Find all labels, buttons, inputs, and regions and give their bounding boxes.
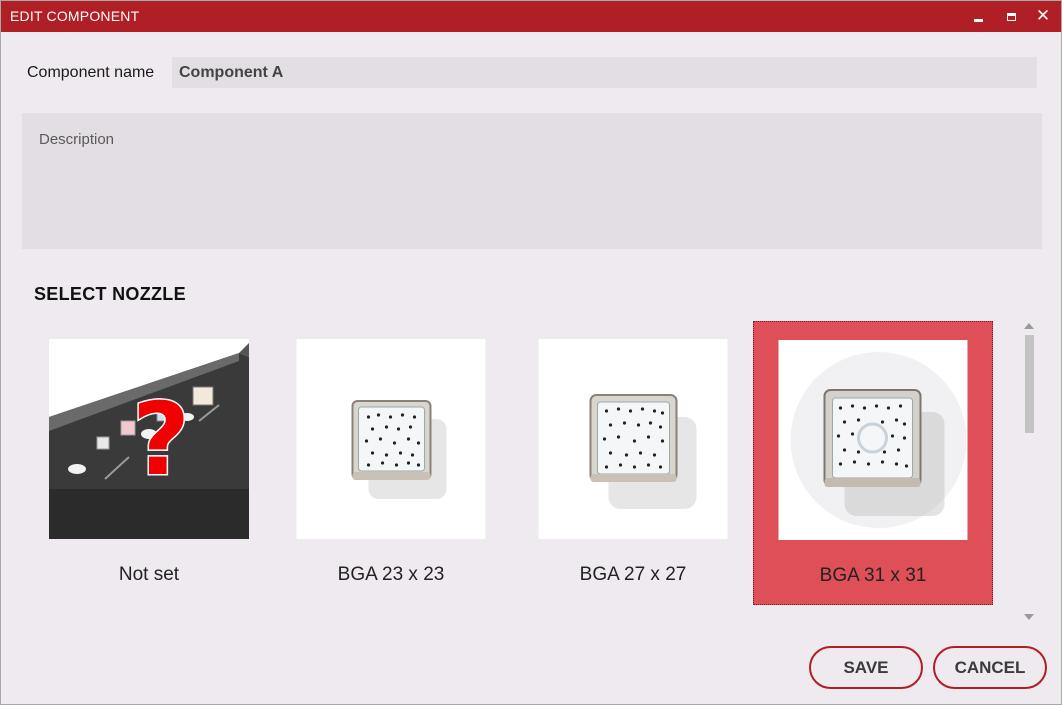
bga-nozzle-image (296, 339, 486, 539)
select-nozzle-heading: SELECT NOZZLE (34, 284, 186, 304)
maximize-icon (1006, 12, 1016, 21)
minimize-icon (973, 19, 983, 22)
unknown-nozzle-image: ? (49, 339, 249, 539)
scroll-down-arrow[interactable] (1024, 614, 1034, 620)
bga-nozzle-image (538, 339, 728, 539)
nozzle-option-bga-31[interactable]: BGA 31 x 31 (753, 321, 993, 605)
component-name-label: Component name (27, 64, 155, 81)
nozzle-option-not-set[interactable]: ? Not set (29, 321, 269, 605)
cancel-button[interactable]: CANCEL (933, 646, 1047, 689)
maximize-button[interactable] (997, 1, 1025, 32)
scroll-up-arrow[interactable] (1024, 323, 1034, 329)
nozzle-option-bga-23[interactable]: BGA 23 x 23 (271, 321, 511, 605)
minimize-button[interactable] (964, 1, 992, 32)
nozzle-label: Not set (118, 564, 180, 585)
svg-text:?: ? (132, 381, 190, 498)
nozzle-label: BGA 23 x 23 (337, 564, 445, 585)
window-title: EDIT COMPONENT (10, 8, 140, 24)
description-input[interactable] (22, 113, 1042, 249)
close-icon: ✕ (1035, 6, 1051, 26)
scrollbar-thumb[interactable] (1025, 335, 1034, 433)
bga-nozzle-image (778, 340, 968, 540)
nozzle-label: BGA 27 x 27 (579, 564, 687, 585)
close-button[interactable]: ✕ (1029, 1, 1057, 32)
save-button[interactable]: SAVE (809, 646, 923, 689)
title-bar: EDIT COMPONENT ✕ (1, 1, 1061, 32)
nozzle-label: BGA 31 x 31 (819, 565, 927, 586)
component-name-input[interactable] (172, 57, 1037, 88)
nozzle-option-bga-27[interactable]: BGA 27 x 27 (513, 321, 753, 605)
